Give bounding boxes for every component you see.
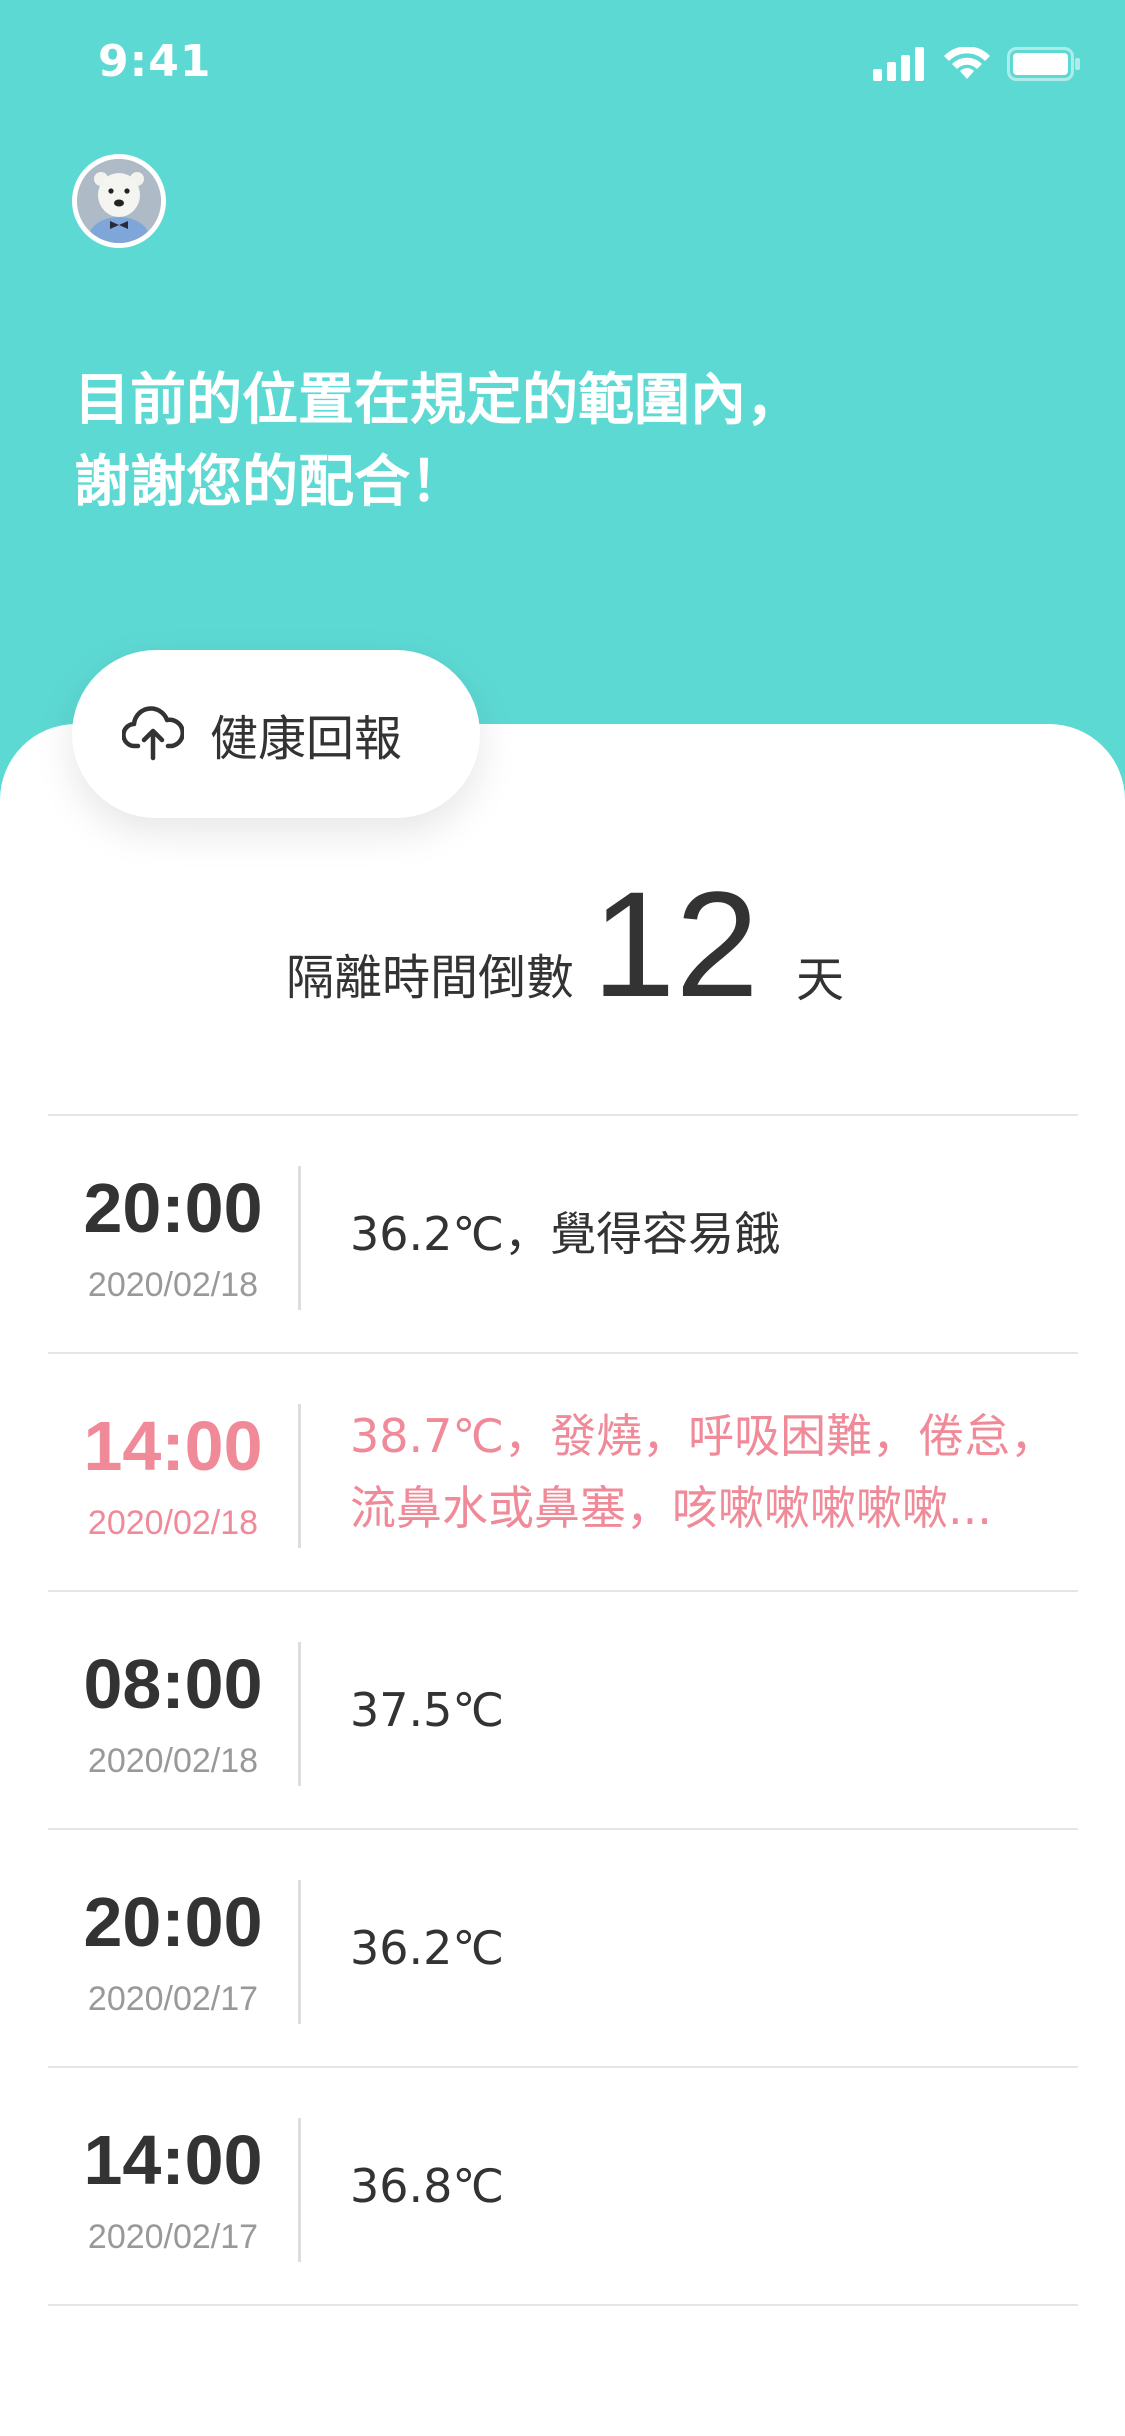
health-record-row[interactable]: 14:00 2020/02/17 36.8℃ xyxy=(48,2068,1078,2306)
record-separator xyxy=(298,1880,301,2024)
battery-icon xyxy=(1007,47,1080,81)
countdown-unit: 天 xyxy=(796,952,845,1008)
status-icons xyxy=(873,44,1081,84)
record-date: 2020/02/17 xyxy=(87,1980,259,2018)
record-description: 37.5℃ xyxy=(350,1683,505,1737)
record-date: 2020/02/17 xyxy=(87,2218,259,2256)
record-separator xyxy=(298,1642,301,1786)
health-record-row[interactable]: 20:00 2020/02/18 36.2℃，覺得容易餓 xyxy=(48,1116,1078,1354)
health-report-button[interactable]: 健康回報 xyxy=(72,650,480,818)
message-line-2: 謝謝您的配合！ xyxy=(74,450,466,515)
cellular-signal-icon xyxy=(873,47,924,81)
user-avatar[interactable] xyxy=(72,154,166,248)
record-description: 36.2℃ xyxy=(350,1921,505,1975)
location-status-message: 目前的位置在規定的範圍內， 謝謝您的配合！ xyxy=(74,360,1054,524)
app-screen: 9:41 目前的位置在規定的範圍內， 謝謝您的配合！ 健康回報 隔離時間倒數 1… xyxy=(0,0,1125,2436)
status-time: 9:41 xyxy=(98,36,212,87)
health-record-row-alert[interactable]: 14:00 2020/02/18 38.7℃，發燒，呼吸困難，倦怠， 流鼻水或鼻… xyxy=(48,1354,1078,1592)
health-record-row[interactable]: 20:00 2020/02/17 36.2℃ xyxy=(48,1830,1078,2068)
record-timestamp: 14:00 2020/02/17 xyxy=(48,2068,298,2304)
record-description: 36.8℃ xyxy=(350,2159,505,2213)
health-report-label: 健康回報 xyxy=(210,711,403,767)
record-description: 38.7℃，發燒，呼吸困難，倦怠， 流鼻水或鼻塞，咳嗽嗽嗽嗽嗽... xyxy=(350,1409,1057,1535)
record-separator xyxy=(298,2118,301,2262)
record-timestamp: 20:00 2020/02/17 xyxy=(48,1830,298,2066)
record-date: 2020/02/18 xyxy=(87,1504,259,1542)
record-time: 20:00 xyxy=(83,1883,263,1961)
wifi-icon xyxy=(944,47,990,79)
polar-bear-avatar-icon xyxy=(77,159,161,243)
message-line-1: 目前的位置在規定的範圍內， xyxy=(74,368,802,433)
record-time: 14:00 xyxy=(83,2121,263,2199)
cloud-upload-icon xyxy=(122,706,184,761)
record-date: 2020/02/18 xyxy=(87,1742,259,1780)
countdown-label: 隔離時間倒數 xyxy=(286,950,575,1006)
record-date: 2020/02/18 xyxy=(87,1266,259,1304)
record-timestamp: 08:00 2020/02/18 xyxy=(48,1592,298,1828)
record-separator xyxy=(298,1404,301,1548)
record-time: 20:00 xyxy=(83,1169,263,1247)
record-separator xyxy=(298,1166,301,1310)
quarantine-countdown: 隔離時間倒數 12 天 xyxy=(0,864,1125,1024)
countdown-value: 12 xyxy=(592,860,759,1028)
health-record-list: 20:00 2020/02/18 36.2℃，覺得容易餓 14:00 2020/… xyxy=(48,1114,1078,2306)
health-record-row[interactable]: 08:00 2020/02/18 37.5℃ xyxy=(48,1592,1078,1830)
record-time: 14:00 xyxy=(83,1407,263,1485)
record-timestamp: 20:00 2020/02/18 xyxy=(48,1116,298,1352)
record-description: 36.2℃，覺得容易餓 xyxy=(350,1207,781,1261)
record-time: 08:00 xyxy=(83,1645,263,1723)
record-timestamp: 14:00 2020/02/18 xyxy=(48,1354,298,1590)
